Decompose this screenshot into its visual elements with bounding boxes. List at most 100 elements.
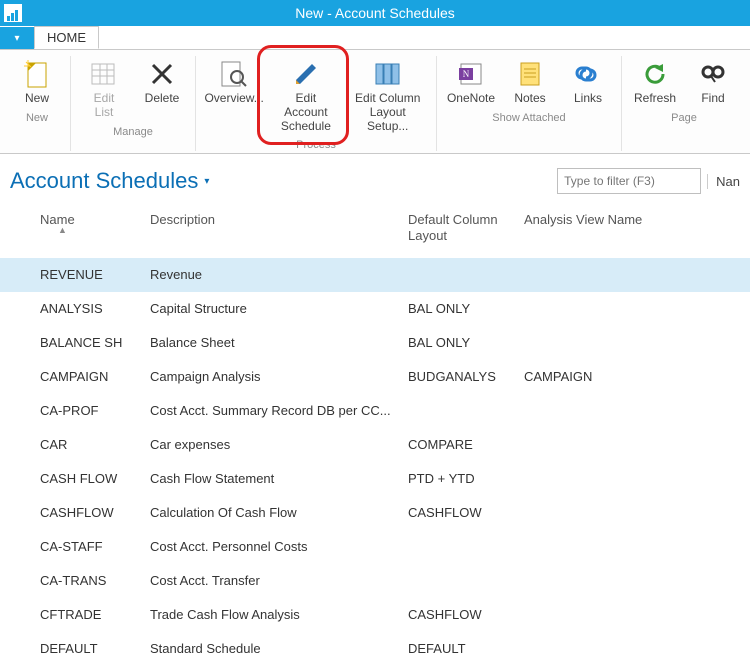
cell-description: Calculation Of Cash Flow (144, 505, 402, 520)
notes-button[interactable]: Notes (503, 56, 557, 108)
links-button[interactable]: Links (561, 56, 615, 108)
find-label: Find (701, 92, 724, 106)
grid: Name ▲ Description Default Column Layout… (0, 202, 750, 665)
ribbon: New New Edit List Delete Manage (0, 49, 750, 154)
cell-name: CFTRADE (34, 607, 144, 622)
cell-name: CA-PROF (34, 403, 144, 418)
cell-name: CA-STAFF (34, 539, 144, 554)
col-header-default-layout[interactable]: Default Column Layout (402, 212, 518, 243)
overview-button[interactable]: Overview... (202, 56, 266, 135)
app-icon (4, 4, 22, 22)
table-row[interactable]: CA-PROFCost Acct. Summary Record DB per … (0, 394, 750, 428)
cell-layout: PTD + YTD (402, 471, 518, 486)
home-tab[interactable]: HOME (34, 26, 99, 49)
grid-body: REVENUERevenueANALYSISCapital StructureB… (0, 258, 750, 666)
edit-list-icon (88, 58, 120, 90)
filter-input[interactable] (557, 168, 701, 194)
table-row[interactable]: CA-STAFFCost Acct. Personnel Costs (0, 530, 750, 564)
svg-text:N: N (463, 69, 470, 79)
ribbon-group-process: Overview... Edit Account Schedule Edit C… (196, 56, 437, 151)
table-row[interactable]: CFTRADETrade Cash Flow AnalysisCASHFLOW (0, 598, 750, 632)
overview-icon (218, 58, 250, 90)
links-label: Links (574, 92, 602, 106)
cell-description: Cash Flow Statement (144, 471, 402, 486)
file-tab[interactable]: ▾ (0, 27, 34, 49)
table-row[interactable]: BALANCE SHBalance SheetBAL ONLY (0, 326, 750, 360)
cell-description: Revenue (144, 267, 402, 282)
cell-description: Campaign Analysis (144, 369, 402, 384)
delete-button[interactable]: Delete (135, 56, 189, 122)
col-header-analysis-view[interactable]: Analysis View Name (518, 212, 750, 228)
table-row[interactable]: REVENUERevenue (0, 258, 750, 292)
notes-icon (514, 58, 546, 90)
edit-column-layout-label: Edit Column Layout Setup... (349, 92, 426, 133)
cell-layout: COMPARE (402, 437, 518, 452)
cell-name: CA-TRANS (34, 573, 144, 588)
page-title-text: Account Schedules (10, 168, 198, 194)
window-title: New - Account Schedules (28, 5, 722, 21)
tab-strip: ▾ HOME (0, 26, 750, 49)
ribbon-group-page: Refresh Find Page (622, 56, 746, 151)
cell-description: Trade Cash Flow Analysis (144, 607, 402, 622)
new-button-label: New (25, 92, 49, 106)
onenote-icon: N (455, 58, 487, 90)
table-row[interactable]: DEFAULTStandard ScheduleDEFAULT (0, 632, 750, 666)
cell-description: Cost Acct. Summary Record DB per CC... (144, 403, 402, 418)
cell-description: Cost Acct. Personnel Costs (144, 539, 402, 554)
cell-layout: CASHFLOW (402, 607, 518, 622)
cell-layout: BAL ONLY (402, 301, 518, 316)
ribbon-group-new: New New (4, 56, 71, 151)
cell-description: Balance Sheet (144, 335, 402, 350)
group-label-new: New (26, 112, 48, 124)
cell-layout: BUDGANALYS (402, 369, 518, 384)
delete-icon (146, 58, 178, 90)
table-row[interactable]: ANALYSISCapital StructureBAL ONLY (0, 292, 750, 326)
group-label-show-attached: Show Attached (492, 112, 565, 124)
onenote-button[interactable]: N OneNote (443, 56, 499, 108)
col-header-description[interactable]: Description (144, 212, 402, 227)
edit-account-schedule-label: Edit Account Schedule (274, 92, 337, 133)
refresh-label: Refresh (634, 92, 676, 106)
table-row[interactable]: CARCar expensesCOMPARE (0, 428, 750, 462)
col-header-name[interactable]: Name ▲ (34, 212, 144, 235)
cell-view: CAMPAIGN (518, 369, 750, 384)
refresh-button[interactable]: Refresh (628, 56, 682, 108)
edit-column-layout-button[interactable]: Edit Column Layout Setup... (345, 56, 430, 135)
cell-description: Car expenses (144, 437, 402, 452)
grid-header: Name ▲ Description Default Column Layout… (0, 202, 750, 257)
notes-label: Notes (514, 92, 545, 106)
cell-description: Standard Schedule (144, 641, 402, 656)
page-header: Account Schedules ▾ Nan (0, 154, 750, 202)
ribbon-group-show-attached: N OneNote Notes Links Show Attached (437, 56, 622, 151)
find-icon (697, 58, 729, 90)
cell-layout: CASHFLOW (402, 505, 518, 520)
cell-name: CAR (34, 437, 144, 452)
edit-account-schedule-button[interactable]: Edit Account Schedule (270, 56, 341, 135)
cell-name: CASHFLOW (34, 505, 144, 520)
group-label-process: Process (296, 139, 336, 151)
table-row[interactable]: CA-TRANSCost Acct. Transfer (0, 564, 750, 598)
cell-name: DEFAULT (34, 641, 144, 656)
group-label-page: Page (671, 112, 697, 124)
new-doc-icon (21, 58, 53, 90)
cell-name: ANALYSIS (34, 301, 144, 316)
find-button[interactable]: Find (686, 56, 740, 108)
delete-label: Delete (145, 92, 180, 106)
table-row[interactable]: CASH FLOWCash Flow StatementPTD + YTD (0, 462, 750, 496)
table-row[interactable]: CAMPAIGNCampaign AnalysisBUDGANALYSCAMPA… (0, 360, 750, 394)
cell-name: CASH FLOW (34, 471, 144, 486)
edit-list-button: Edit List (77, 56, 131, 122)
chevron-down-icon: ▾ (204, 176, 209, 187)
new-button[interactable]: New (10, 56, 64, 108)
cell-name: CAMPAIGN (34, 369, 144, 384)
filter-column-label[interactable]: Nan (707, 174, 740, 189)
links-icon (572, 58, 604, 90)
onenote-label: OneNote (447, 92, 495, 106)
edit-list-label: Edit List (94, 92, 115, 120)
page-title[interactable]: Account Schedules ▾ (10, 168, 209, 194)
title-bar: New - Account Schedules (0, 0, 750, 26)
cell-name: REVENUE (34, 267, 144, 282)
cell-layout: BAL ONLY (402, 335, 518, 350)
table-row[interactable]: CASHFLOWCalculation Of Cash FlowCASHFLOW (0, 496, 750, 530)
refresh-icon (639, 58, 671, 90)
